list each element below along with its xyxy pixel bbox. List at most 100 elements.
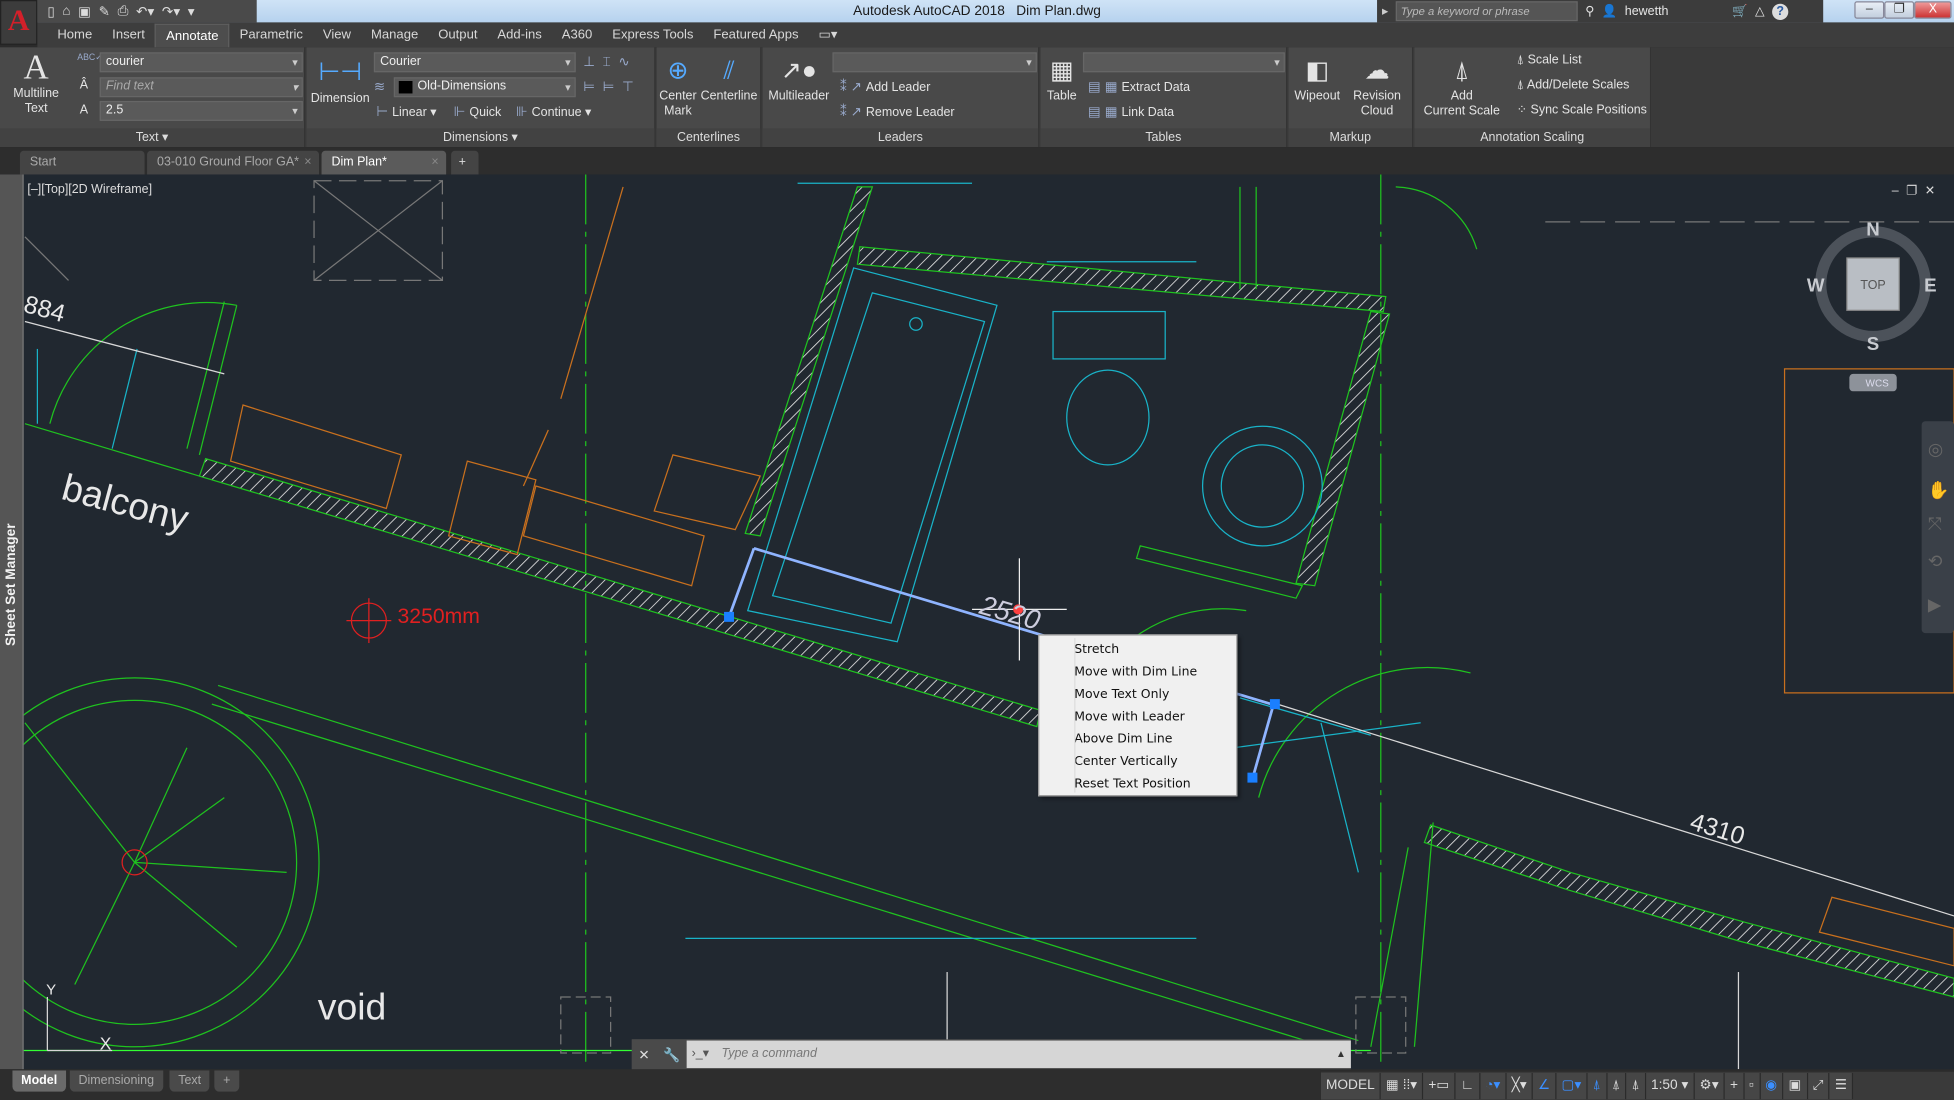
table-button[interactable]: ▦ Table (1043, 52, 1080, 104)
viewcube-face-top[interactable]: TOP (1860, 278, 1885, 292)
compass-n[interactable]: N (1866, 219, 1879, 240)
grid-icon[interactable]: ▦ ⁞⁞▾ (1380, 1072, 1424, 1100)
tab-express-tools[interactable]: Express Tools (602, 24, 703, 48)
dim-tools-icons[interactable]: ⊥⌶∿ (583, 54, 637, 71)
zoom-icon[interactable]: ⤧ (1928, 515, 1942, 535)
viewcube[interactable]: TOP N S E W WCS (1807, 219, 1937, 392)
object-snap-icon[interactable]: ▢▾ (1556, 1072, 1588, 1100)
menu-item-above-dim-line[interactable]: Above Dim Line (1039, 729, 1236, 751)
multileader-style-select[interactable] (832, 52, 1037, 73)
ribbon-options-icon[interactable]: ▭▾ (808, 24, 847, 48)
pan-icon[interactable]: ✋ (1928, 480, 1950, 501)
compass-e[interactable]: E (1924, 275, 1936, 296)
tab-manage[interactable]: Manage (361, 24, 428, 48)
room-label-void[interactable]: void (318, 985, 387, 1027)
tab-parametric[interactable]: Parametric (230, 24, 313, 48)
tab-annotate[interactable]: Annotate (154, 23, 230, 48)
text-panel-title[interactable]: Text ▾ (0, 128, 305, 148)
save-icon[interactable]: ▣ (78, 3, 91, 19)
redo-icon[interactable]: ↷▾ (162, 3, 180, 19)
workspace-gear-icon[interactable]: ⚙▾ (1694, 1072, 1725, 1100)
binoculars-icon[interactable]: ⚲ (1585, 4, 1594, 18)
auto-scale-icon[interactable]: ⍋ (1607, 1072, 1627, 1100)
dimension-4310[interactable]: 4310 (1687, 808, 1748, 851)
quick-properties-icon[interactable]: ◉ (1760, 1072, 1784, 1100)
wipeout-button[interactable]: ◧ Wipeout (1291, 52, 1343, 104)
viewport-window-controls[interactable]: –❐✕ (1892, 184, 1943, 198)
annotation-scale-select[interactable]: 1:50 ▾ (1645, 1072, 1695, 1100)
scale-list-button[interactable]: ⍋ Scale List (1517, 54, 1582, 68)
undo-icon[interactable]: ↶▾ (136, 3, 154, 19)
isodraft-icon[interactable]: ╳▾ (1506, 1072, 1534, 1100)
extract-data-button[interactable]: ▤ ▦ Extract Data (1088, 79, 1190, 95)
menu-item-move-with-leader[interactable]: Move with Leader (1039, 707, 1236, 729)
sheet-set-manager-palette[interactable]: Sheet Set Manager (0, 174, 24, 1070)
layout-tab-text[interactable]: Text (169, 1070, 210, 1092)
add-current-scale-button[interactable]: ⍋ Add Current Scale (1417, 52, 1507, 119)
steering-wheel-icon[interactable]: ◎ (1928, 440, 1943, 460)
multileader-button[interactable]: ↗● Multileader (765, 52, 832, 104)
new-layout-button[interactable]: + (214, 1070, 240, 1092)
menu-item-move-text-only[interactable]: Move Text Only (1039, 684, 1236, 706)
tab-add-ins[interactable]: Add-ins (487, 24, 551, 48)
ortho-icon[interactable]: ∟ (1455, 1072, 1481, 1100)
tab-home[interactable]: Home (47, 24, 102, 48)
expand-icon[interactable]: ▸ (1382, 4, 1388, 18)
centerline-button[interactable]: ⫽ Centerline (699, 52, 759, 104)
command-history-icon[interactable]: ▲ (1336, 1041, 1346, 1068)
layout-tab-dimensioning[interactable]: Dimensioning (69, 1070, 163, 1092)
find-text-input[interactable]: Find text (99, 77, 303, 98)
leaders-panel-title[interactable]: Leaders (762, 128, 1039, 148)
doc-tab-dim-plan[interactable]: Dim Plan* × (321, 150, 447, 175)
annotation-monitor-icon[interactable]: + (1724, 1072, 1745, 1100)
annotation-scale-icon[interactable]: ⍋ (1626, 1072, 1646, 1100)
menu-item-stretch[interactable]: Stretch (1039, 639, 1236, 661)
orbit-icon[interactable]: ⟲ (1928, 552, 1943, 572)
print-icon[interactable]: ⎙ (118, 3, 129, 19)
polar-tracking-icon[interactable]: ◔▾ (1480, 1072, 1507, 1100)
autodesk-icon[interactable]: △ (1755, 4, 1765, 18)
menu-item-move-with-dim-line[interactable]: Move with Dim Line (1039, 662, 1236, 684)
text-height-select[interactable]: 2.5 (99, 100, 303, 121)
tab-output[interactable]: Output (428, 24, 487, 48)
customize-icon[interactable]: ▾ (188, 3, 195, 19)
sync-scale-positions-button[interactable]: ⁘ Sync Scale Positions (1517, 103, 1647, 117)
dimensions-panel-title[interactable]: Dimensions ▾ (306, 128, 655, 148)
viewport-close-icon[interactable]: ✕ (1925, 184, 1943, 198)
compass-s[interactable]: S (1867, 333, 1879, 354)
revision-cloud-button[interactable]: ☁ Revision Cloud (1348, 52, 1405, 119)
doc-tab-ground-floor[interactable]: 03-010 Ground Floor GA* × (147, 150, 320, 175)
viewport-minimize-icon[interactable]: – (1892, 184, 1906, 198)
dimension-2520[interactable]: 2520 (976, 589, 1045, 636)
dim-layer-select[interactable]: Old-Dimensions (393, 77, 576, 98)
tab-a360[interactable]: A360 (552, 24, 603, 48)
continue-button[interactable]: ⊪ Continue ▾ (516, 103, 591, 120)
menu-item-center-vertically[interactable]: Center Vertically (1039, 751, 1236, 773)
add-leader-button[interactable]: ⁑ ↗ Add Leader (840, 79, 930, 95)
menu-item-reset-text-position[interactable]: Reset Text Position (1039, 774, 1236, 796)
center-mark-button[interactable]: ⊕ Center Mark (657, 52, 699, 119)
close-button[interactable]: X (1914, 1, 1952, 19)
tables-panel-title[interactable]: Tables (1040, 128, 1287, 148)
layout-tab-model[interactable]: Model (12, 1070, 66, 1092)
cart-icon[interactable]: 🛒 (1732, 4, 1748, 18)
wcs-menu[interactable]: WCS (1866, 378, 1890, 389)
close-command-line-icon[interactable]: ✕ (638, 1046, 649, 1062)
command-prompt-icon[interactable]: ›_▾ (692, 1041, 709, 1068)
command-input[interactable]: ›_▾ Type a command ▲ (686, 1040, 1351, 1068)
drawing-canvas[interactable]: 884 balcony void 3250mm 2520 4310 Y X TO… (0, 174, 1954, 1070)
close-tab-icon[interactable]: × (304, 151, 311, 175)
compass-w[interactable]: W (1807, 275, 1825, 296)
help-icon[interactable]: ? (1772, 3, 1789, 20)
new-tab-button[interactable]: + (451, 150, 479, 175)
link-data-button[interactable]: ▤ ▦ Link Data (1088, 103, 1174, 120)
user-name[interactable]: hewetth (1625, 4, 1725, 18)
text-style-select[interactable]: courier (99, 52, 303, 73)
save-as-icon[interactable]: ✎ (99, 3, 110, 19)
customization-menu-icon[interactable]: ☰ (1829, 1072, 1854, 1100)
annotation-visibility-icon[interactable]: ⍋ (1587, 1072, 1608, 1100)
showmotion-icon[interactable]: ▶ (1928, 596, 1942, 616)
find-icon[interactable]: Â (80, 79, 88, 93)
maximize-button[interactable]: ❐ (1884, 1, 1915, 19)
lock-ui-icon[interactable]: ▣ (1783, 1072, 1808, 1100)
